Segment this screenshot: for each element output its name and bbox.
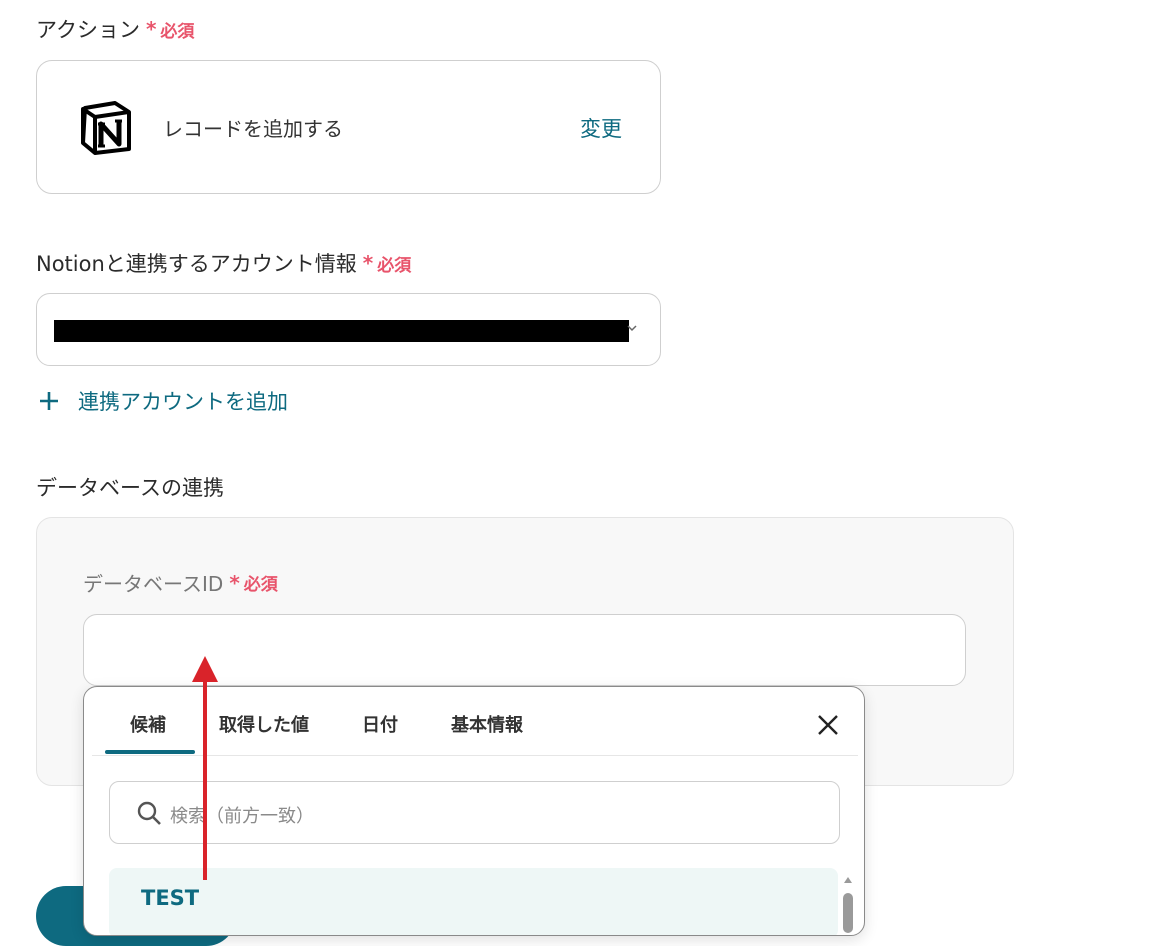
database-id-input[interactable] (83, 614, 966, 686)
list-item[interactable]: TEST (109, 868, 838, 935)
database-id-label-text: データベースID (83, 572, 224, 596)
scroll-thumb[interactable] (843, 893, 853, 933)
required-badge: 必須 (377, 255, 412, 276)
database-section-label: データベースの連携 (36, 472, 224, 502)
required-badge: 必須 (160, 21, 195, 42)
notion-logo-icon (81, 101, 131, 155)
scroll-up-icon[interactable] (844, 877, 852, 883)
scrollbar[interactable] (842, 877, 854, 935)
tab-candidates[interactable]: 候補 (130, 711, 166, 737)
chevron-down-icon (627, 325, 637, 332)
close-icon[interactable] (816, 713, 840, 737)
active-tab-indicator (105, 750, 195, 754)
database-section-label-text: データベースの連携 (36, 476, 224, 500)
required-mark: * (362, 251, 374, 275)
plus-icon (40, 392, 58, 410)
list-item-label: TEST (141, 886, 200, 910)
search-placeholder: 検索（前方一致） (170, 806, 314, 827)
action-label: アクション * 必須 (36, 14, 194, 44)
add-account-button[interactable]: 連携アカウントを追加 (38, 386, 288, 416)
action-card: レコードを追加する 変更 (36, 60, 661, 194)
action-name: レコードを追加する (163, 117, 343, 141)
action-label-text: アクション (36, 18, 140, 42)
tab-basic-info[interactable]: 基本情報 (451, 711, 523, 737)
search-icon (137, 801, 161, 825)
account-label-text: Notionと連携するアカウント情報 (36, 252, 357, 276)
account-select[interactable] (36, 293, 661, 366)
tabs-divider (92, 755, 858, 756)
required-mark: * (229, 570, 240, 595)
value-picker-popover: 候補 取得した値 日付 基本情報 検索（前方一致） TEST (83, 686, 865, 936)
add-account-label: 連携アカウントを追加 (78, 390, 288, 414)
database-id-label: データベースID * 必須 (83, 568, 278, 597)
change-action-button[interactable]: 変更 (580, 113, 622, 143)
account-label: Notionと連携するアカウント情報 * 必須 (36, 248, 411, 278)
redacted-account-value (54, 320, 629, 342)
required-mark: * (145, 17, 157, 41)
tab-retrieved-values[interactable]: 取得した値 (219, 711, 309, 737)
tab-date[interactable]: 日付 (362, 711, 398, 737)
search-input[interactable]: 検索（前方一致） (109, 781, 840, 844)
required-badge: 必須 (243, 575, 278, 595)
